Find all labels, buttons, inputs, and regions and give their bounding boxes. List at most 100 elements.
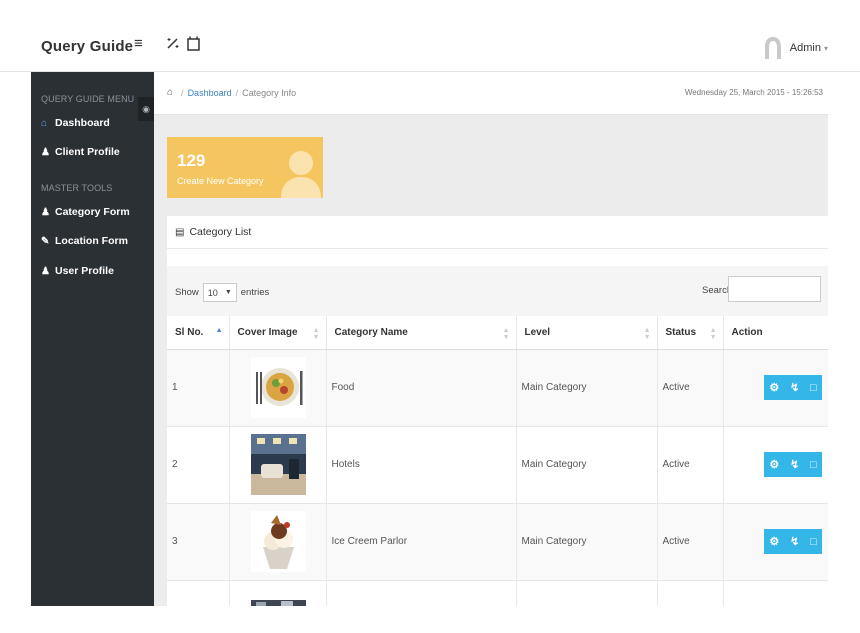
cell-action: ⚙ ↯ □ xyxy=(723,349,828,427)
breadcrumb-bar: ⌂ / Dashboard / Category Info Wednesday … xyxy=(154,72,828,115)
cell-cover-image xyxy=(229,349,327,427)
sidebar-heading-tools: MASTER TOOLS xyxy=(41,183,113,193)
cell-category-name: Ice Creem Parlor xyxy=(326,503,517,581)
cell-action: ⚙ ↯ □ xyxy=(723,503,828,581)
sidebar-item-label: Dashboard xyxy=(55,117,110,129)
main-content: ⌂ / Dashboard / Category Info Wednesday … xyxy=(154,72,828,606)
cell-sl-no xyxy=(167,580,230,606)
sidebar-toggle-button[interactable]: ◉ xyxy=(138,97,154,121)
cell-level: Main Category xyxy=(516,426,658,504)
trash-icon[interactable]: □ xyxy=(810,536,817,548)
user-silhouette-icon xyxy=(764,37,781,59)
bolt-icon[interactable]: ↯ xyxy=(790,535,799,548)
cell-status: Active xyxy=(657,503,724,581)
action-buttons: ⚙ ↯ □ xyxy=(764,452,822,477)
settings-icon[interactable]: ⚙ xyxy=(769,535,779,548)
entries-label: entries xyxy=(240,287,270,298)
sidebar-item-category-form[interactable]: ♟ Category Form xyxy=(41,206,130,218)
column-header-category-name[interactable]: Category Name ▲ ▼ xyxy=(326,316,517,350)
cell-sl-no: 3 xyxy=(167,503,230,581)
window-icon[interactable] xyxy=(187,36,200,54)
trash-icon[interactable]: □ xyxy=(810,459,817,471)
action-buttons: ⚙ ↯ □ xyxy=(764,529,822,554)
sidebar-item-dashboard[interactable]: ⌂ Dashboard xyxy=(41,117,110,129)
cell-status: Active xyxy=(657,349,724,427)
bolt-icon[interactable]: ↯ xyxy=(790,381,799,394)
partial-image xyxy=(250,599,306,606)
magic-wand-icon[interactable] xyxy=(166,36,180,53)
tile-count: 129 xyxy=(177,151,206,170)
bolt-icon[interactable]: ↯ xyxy=(790,458,799,471)
breadcrumb: ⌂ / Dashboard / Category Info xyxy=(167,87,296,98)
action-buttons xyxy=(764,605,822,606)
create-category-tile[interactable]: 129 Create New Category xyxy=(167,137,323,198)
cell-sl-no: 1 xyxy=(167,349,230,427)
cell-sl-no: 2 xyxy=(167,426,230,504)
table-row xyxy=(167,580,828,606)
users-icon: ♟ xyxy=(41,146,50,158)
cell-status: Active xyxy=(657,426,724,504)
breadcrumb-separator: / xyxy=(181,87,184,98)
sidebar-item-user-profile[interactable]: ♟ User Profile xyxy=(41,265,114,277)
column-header-status[interactable]: Status ▲ ▼ xyxy=(657,316,724,350)
sidebar-item-label: Category Form xyxy=(55,206,130,218)
column-header-cover-image[interactable]: Cover Image ▲ ▼ xyxy=(229,316,327,350)
person-icon xyxy=(281,151,321,198)
cell-level: Main Category xyxy=(516,503,658,581)
cell-cover-image xyxy=(229,503,327,581)
top-navbar: Query Guide ≡ Admin ▾ xyxy=(0,0,860,72)
sidebar-item-location-form[interactable]: ✎ Location Form xyxy=(41,235,128,247)
group-icon: ♟ xyxy=(41,206,50,218)
caret-down-icon: ▾ xyxy=(823,43,828,53)
category-table: Sl No. ▲ Cover Image ▲ ▼ Category Name ▲ ▼ Le… xyxy=(167,316,828,606)
panel-title: Category List xyxy=(189,226,252,238)
settings-icon[interactable]: ⚙ xyxy=(769,381,779,394)
brand-logo[interactable]: Query Guide xyxy=(41,38,133,55)
sort-icon: ▲ ▼ xyxy=(643,327,651,341)
column-label: Status xyxy=(665,326,697,338)
hamburger-icon[interactable]: ≡ xyxy=(134,36,143,51)
sidebar: ◉ QUERY GUIDE MENU ⌂ Dashboard ♟ Client … xyxy=(31,72,154,606)
column-label: Cover Image xyxy=(237,326,298,338)
cell-action xyxy=(723,580,828,606)
search-input[interactable] xyxy=(728,276,821,302)
column-label: Category Name xyxy=(334,326,408,338)
settings-icon[interactable]: ⚙ xyxy=(769,458,779,471)
hotel-lobby-image xyxy=(250,434,306,495)
panel-header: ▤ Category List xyxy=(167,216,828,249)
ice-cream-image xyxy=(250,511,306,572)
datetime-display: Wednesday 25, March 2015 - 15:26:53 xyxy=(684,88,823,97)
breadcrumb-current: Category Info xyxy=(242,87,297,98)
cell-status xyxy=(657,580,724,606)
user-icon: ♟ xyxy=(41,265,50,277)
cell-category-name: Hotels xyxy=(326,426,517,504)
cell-action: ⚙ ↯ □ xyxy=(723,426,828,504)
category-list-panel: ▤ Category List Show 10 ▼ entries Search… xyxy=(167,216,828,606)
sidebar-item-label: Location Form xyxy=(55,235,128,247)
action-buttons: ⚙ ↯ □ xyxy=(764,375,822,400)
admin-menu[interactable]: Admin ▾ xyxy=(764,36,828,60)
sort-icon: ▲ ▼ xyxy=(312,327,320,341)
column-header-sl-no[interactable]: Sl No. ▲ xyxy=(167,316,230,350)
cell-category-name: Food xyxy=(326,349,517,427)
breadcrumb-dashboard-link[interactable]: Dashboard xyxy=(188,88,232,98)
show-label: Show xyxy=(175,287,199,298)
table-row: 3 Ice Creem Parlor Main Category Active … xyxy=(167,503,828,581)
cell-level: Main Category xyxy=(516,349,658,427)
list-icon: ▤ xyxy=(175,226,185,238)
cell-category-name xyxy=(326,580,517,606)
sidebar-item-client-profile[interactable]: ♟ Client Profile xyxy=(41,146,120,158)
trash-icon[interactable]: □ xyxy=(810,382,817,394)
column-label: Sl No. xyxy=(175,326,204,338)
breadcrumb-separator: / xyxy=(235,87,239,98)
sidebar-item-label: Client Profile xyxy=(55,146,120,158)
home-icon[interactable]: ⌂ xyxy=(167,87,173,98)
table-row: 1 Food Main Category Active ⚙ ↯ □ xyxy=(167,349,828,427)
admin-label: Admin xyxy=(789,42,821,54)
home-icon: ⌂ xyxy=(41,117,48,129)
cell-cover-image xyxy=(229,580,327,606)
caret-down-icon: ▼ xyxy=(224,289,232,296)
cell-cover-image xyxy=(229,426,327,504)
column-header-level[interactable]: Level ▲ ▼ xyxy=(516,316,658,350)
entries-select[interactable]: 10 ▼ xyxy=(202,283,237,302)
